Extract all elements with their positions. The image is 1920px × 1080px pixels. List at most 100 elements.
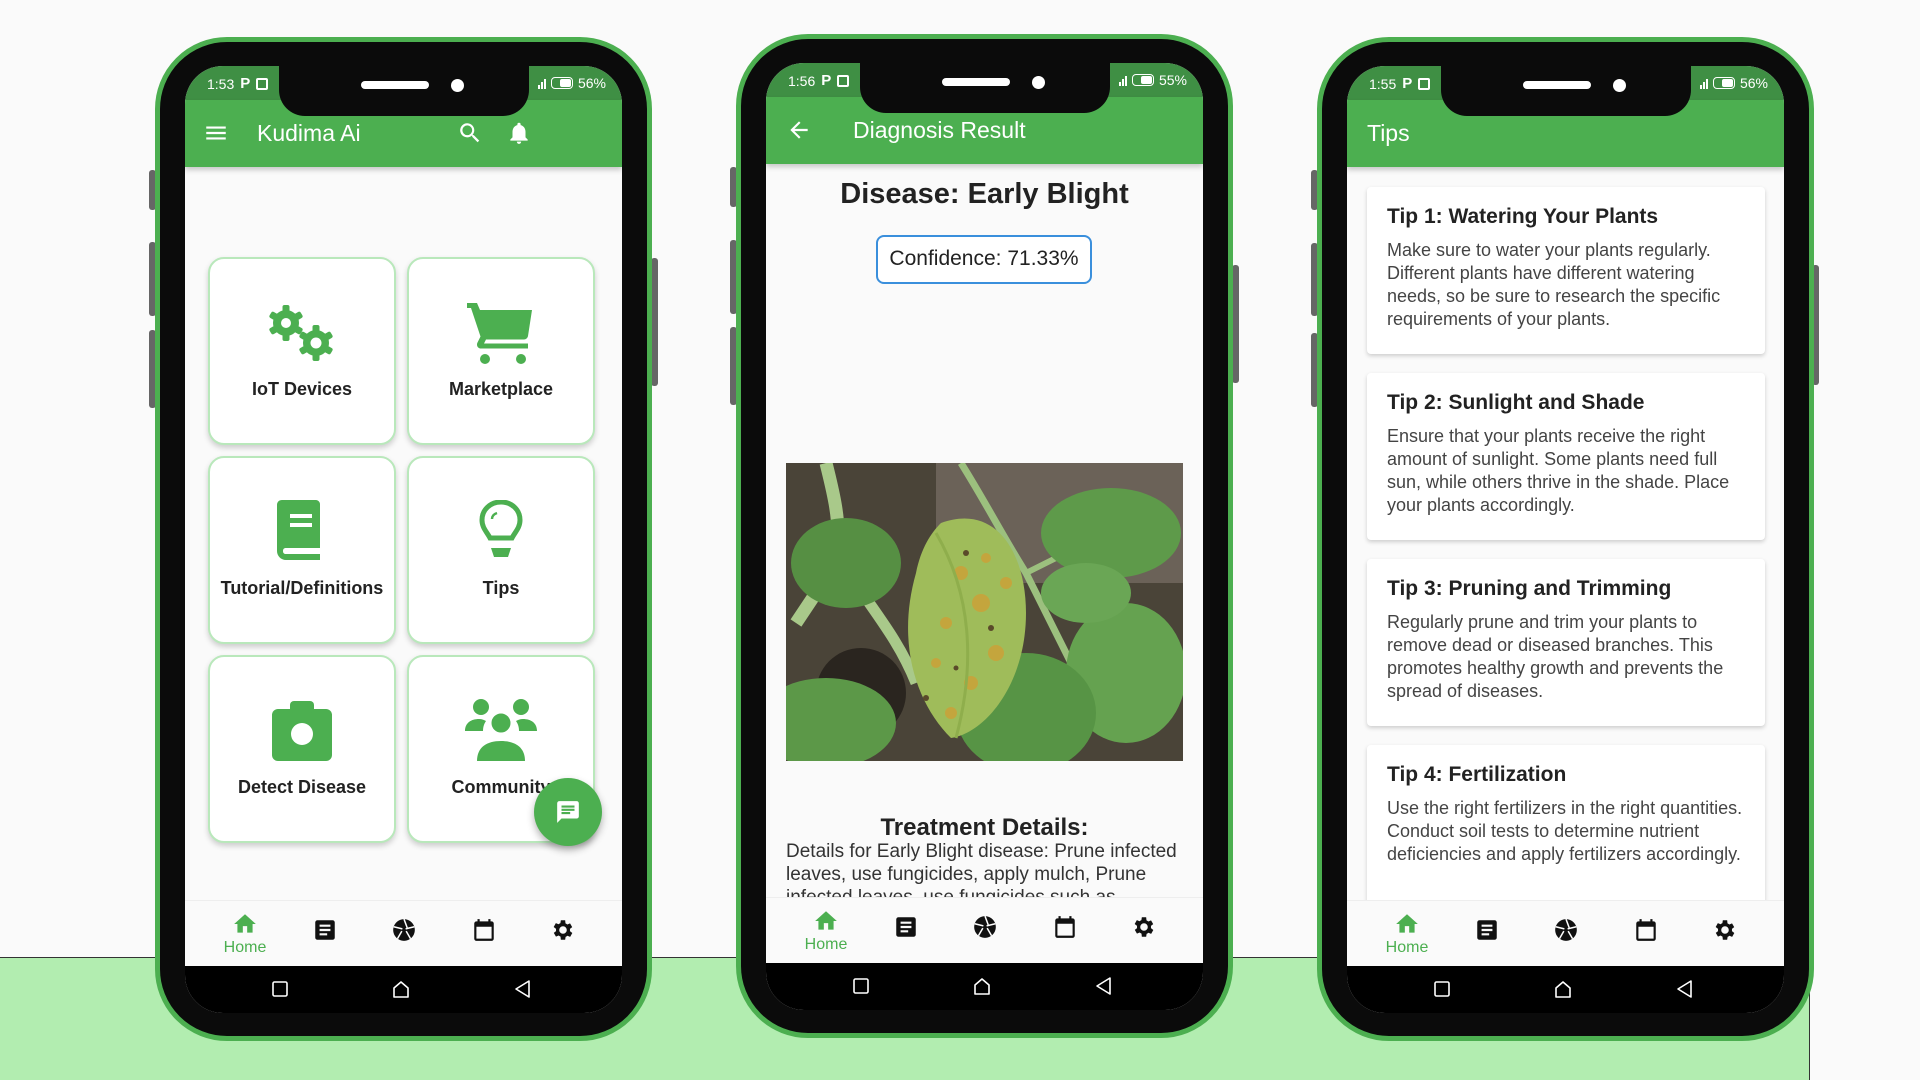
status-time: 1:55	[1369, 75, 1397, 92]
calendar-icon	[1055, 916, 1075, 938]
tile-iot-devices[interactable]: IoT Devices	[208, 257, 396, 445]
tile-label: IoT Devices	[251, 379, 353, 399]
tip-body: Ensure that your plants receive the righ…	[1387, 426, 1730, 515]
tile-marketplace[interactable]: Marketplace	[407, 257, 595, 445]
shutter-icon	[393, 918, 415, 941]
tip-body: Use the right fertilizers in the right q…	[1387, 798, 1743, 864]
nav-home[interactable]: Home	[791, 898, 861, 964]
back-triangle-icon[interactable]	[1675, 979, 1695, 999]
tip-card: Tip 4: Fertilization Use the right ferti…	[1367, 745, 1765, 900]
diagnosis-content: Disease: Early Blight Confidence: 71.33%	[766, 164, 1203, 897]
notification-app-icon	[256, 77, 269, 90]
nav-settings[interactable]	[528, 901, 598, 967]
treatment-title: Treatment Details:	[880, 814, 1089, 841]
nav-camera[interactable]	[369, 901, 439, 967]
phone-home: 1:53 P 56% Kudima Ai IoT Devices Marketpl…	[155, 37, 652, 1041]
nav-articles[interactable]	[290, 901, 360, 967]
home-outline-icon[interactable]	[1553, 979, 1573, 999]
notch	[1440, 66, 1691, 116]
battery-icon	[1712, 77, 1735, 89]
lightbulb-icon	[479, 500, 523, 557]
recents-icon[interactable]	[270, 979, 290, 999]
article-icon	[1477, 920, 1497, 940]
system-nav-bar	[185, 966, 622, 1013]
chat-fab-button[interactable]	[534, 778, 602, 846]
notification-app-icon	[1418, 77, 1431, 90]
bottom-nav: Home	[185, 900, 622, 966]
shutter-icon	[1555, 918, 1577, 941]
tile-tutorial-definitions[interactable]: Tutorial/Definitions	[208, 456, 396, 644]
system-nav-bar	[1347, 966, 1784, 1013]
tile-label: Marketplace	[448, 379, 554, 399]
tip-body: Make sure to water your plants regularly…	[1387, 240, 1721, 329]
parking-icon: P	[240, 75, 251, 92]
leaf-photo	[786, 463, 1183, 761]
tip-card: Tip 3: Pruning and Trimming Regularly pr…	[1367, 559, 1765, 726]
phone-diagnosis: 1:56 P 55% Diagnosis Result Disease: Earl…	[736, 34, 1233, 1038]
settings-icon	[1715, 920, 1735, 940]
nav-home[interactable]: Home	[210, 901, 280, 967]
signal-icon	[1118, 74, 1127, 86]
app-title: Kudima Ai	[257, 120, 361, 146]
power-button	[1232, 265, 1239, 383]
nav-home[interactable]: Home	[1372, 901, 1442, 967]
camera-icon	[272, 701, 332, 761]
home-icon	[815, 911, 837, 930]
bottom-nav: Home	[766, 897, 1203, 963]
shutter-icon	[974, 915, 996, 938]
people-icon	[465, 699, 537, 761]
screen-tips: 1:55 P 56% Tips Tip 1: Watering Your Plan…	[1347, 66, 1784, 1013]
back-arrow-icon[interactable]	[786, 117, 812, 143]
home-grid: IoT Devices Marketplace Tutorial/Definit…	[185, 167, 622, 900]
nav-settings[interactable]	[1690, 901, 1760, 967]
disease-title: Disease: Early Blight	[840, 178, 1129, 210]
tip-title: Tip 4: Fertilization	[1387, 763, 1567, 786]
nav-camera[interactable]	[1531, 901, 1601, 967]
tip-title: Tip 3: Pruning and Trimming	[1387, 577, 1672, 600]
home-outline-icon[interactable]	[391, 979, 411, 999]
nav-articles[interactable]	[871, 898, 941, 964]
notifications-icon[interactable]	[506, 120, 532, 146]
app-title: Tips	[1367, 120, 1410, 146]
notch	[859, 63, 1110, 113]
battery-level: 56%	[1739, 75, 1768, 91]
tip-card: Tip 1: Watering Your Plants Make sure to…	[1367, 187, 1765, 354]
home-outline-icon[interactable]	[972, 976, 992, 996]
screen-home: 1:53 P 56% Kudima Ai IoT Devices Marketpl…	[185, 66, 622, 1013]
power-button	[651, 258, 658, 386]
notification-app-icon	[837, 74, 850, 87]
recents-icon[interactable]	[1432, 979, 1452, 999]
back-triangle-icon[interactable]	[1094, 976, 1114, 996]
nav-camera[interactable]	[950, 898, 1020, 964]
tip-title: Tip 2: Sunlight and Shade	[1387, 391, 1645, 414]
notch	[278, 66, 529, 116]
menu-icon[interactable]	[203, 120, 229, 146]
cart-icon	[467, 303, 532, 364]
nav-settings[interactable]	[1109, 898, 1179, 964]
parking-icon: P	[821, 72, 832, 89]
recents-icon[interactable]	[851, 976, 871, 996]
calendar-icon	[474, 919, 494, 941]
search-icon[interactable]	[457, 120, 483, 146]
back-triangle-icon[interactable]	[513, 979, 533, 999]
signal-icon	[1699, 77, 1708, 89]
battery-level: 55%	[1158, 72, 1187, 88]
battery-icon	[550, 77, 573, 89]
nav-label: Home	[223, 939, 267, 956]
book-icon	[277, 500, 320, 560]
gears-icon	[269, 305, 333, 361]
phone-tips: 1:55 P 56% Tips Tip 1: Watering Your Plan…	[1317, 37, 1814, 1041]
tile-label: Tips	[482, 578, 520, 598]
settings-icon	[553, 920, 573, 940]
tile-detect-disease[interactable]: Detect Disease	[208, 655, 396, 843]
tip-title: Tip 1: Watering Your Plants	[1387, 205, 1659, 228]
nav-calendar[interactable]	[1030, 898, 1100, 964]
status-time: 1:53	[207, 75, 235, 92]
tile-tips[interactable]: Tips	[407, 456, 595, 644]
article-icon	[896, 917, 916, 937]
nav-calendar[interactable]	[449, 901, 519, 967]
nav-articles[interactable]	[1452, 901, 1522, 967]
home-icon	[1396, 914, 1418, 933]
treatment-body: Details for Early Blight disease: Prune …	[786, 841, 1177, 897]
nav-calendar[interactable]	[1611, 901, 1681, 967]
